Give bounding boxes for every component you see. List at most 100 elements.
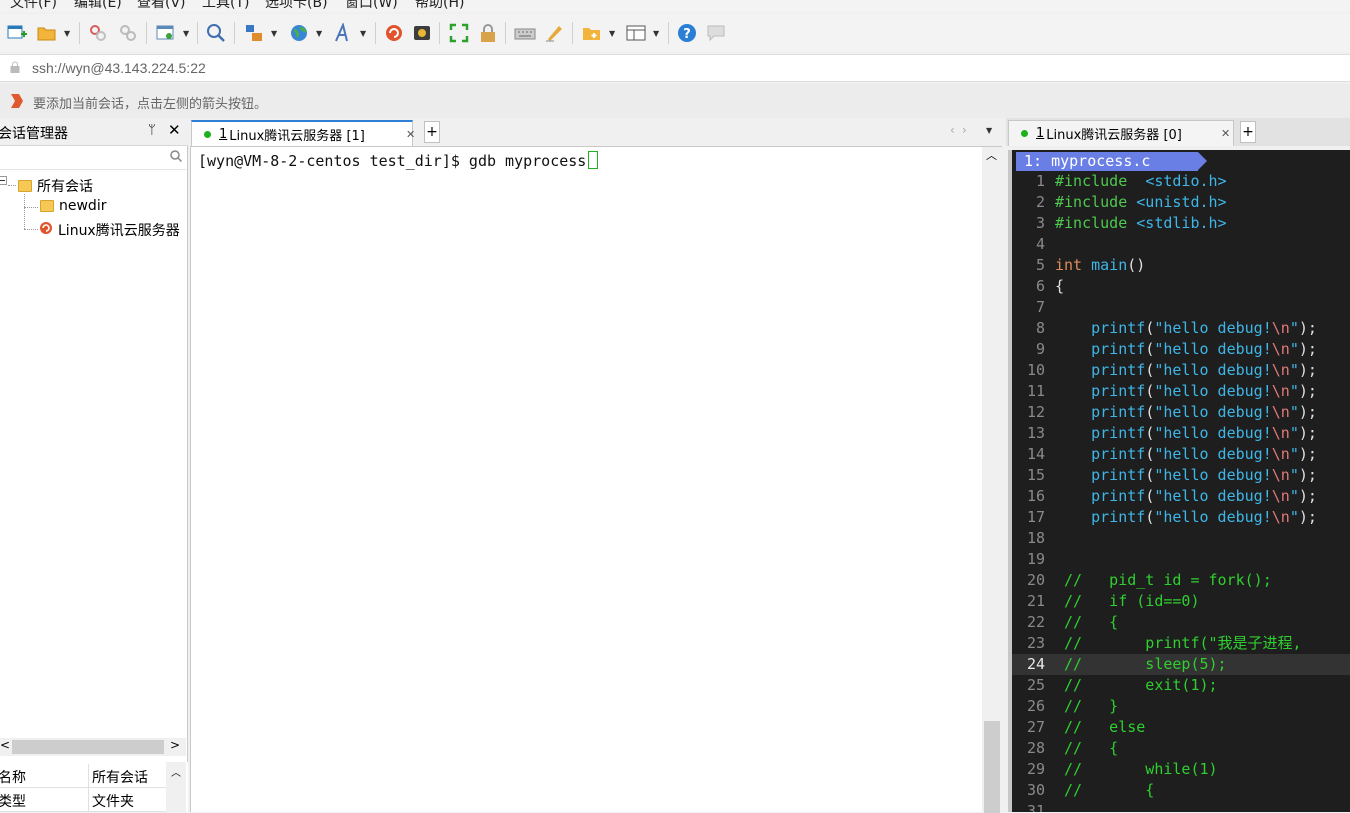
keyboard-icon[interactable] (514, 22, 536, 44)
chevron-down-icon[interactable]: ▼ (183, 29, 191, 38)
code-line: 22 // { (1012, 612, 1350, 633)
tree-item-newdir[interactable]: newdir (40, 198, 106, 214)
line-number: 11 (1026, 382, 1045, 400)
menu-view[interactable]: 查看(V) (137, 0, 186, 12)
tab-linux-server-0[interactable]: 1 Linux腾讯云服务器 [0] ✕ (1008, 120, 1234, 146)
tab-number: 1 (1036, 126, 1045, 141)
tab-label: Linux腾讯云服务器 [0] (1046, 128, 1182, 143)
add-tab-icon[interactable] (581, 22, 603, 44)
terminal-right[interactable]: 1: myprocess.c 1 #include <stdio.h> 2 #incl… (1008, 150, 1350, 812)
help-icon[interactable]: ? (676, 22, 698, 44)
code-text: // while(1) (1055, 760, 1218, 778)
code-text: // { (1055, 781, 1155, 799)
chat-icon[interactable] (705, 22, 727, 44)
code-text: // printf("我是子进程, (1055, 634, 1302, 652)
close-icon[interactable]: ✕ (168, 121, 181, 139)
code-line: 16 printf("hello debug!\n"); (1012, 486, 1350, 507)
tab-number: 1 (219, 126, 228, 142)
line-number: 2 (1035, 193, 1045, 211)
horizontal-scrollbar[interactable]: < > (0, 738, 186, 756)
menu-tabs[interactable]: 选项卡(B) (265, 0, 328, 12)
chevron-down-icon[interactable]: ▼ (271, 29, 279, 38)
tree-item-label: Linux腾讯云服务器 (58, 223, 180, 239)
code-line: 15 printf("hello debug!\n"); (1012, 465, 1350, 486)
code-text: printf("hello debug!\n"); (1091, 445, 1317, 463)
code-text: // pid_t id = fork(); (1055, 571, 1272, 589)
chevron-down-icon[interactable]: ▼ (316, 29, 324, 38)
pen-icon[interactable] (543, 22, 565, 44)
tab-scroll-left-icon[interactable]: ‹ (950, 123, 955, 137)
fullscreen-icon[interactable] (448, 22, 470, 44)
session-icon (38, 220, 54, 240)
line-number: 25 (1026, 676, 1045, 694)
chevron-down-icon[interactable]: ▼ (64, 29, 72, 38)
scroll-up-icon[interactable]: ︿ (171, 764, 181, 779)
line-number: 9 (1035, 340, 1045, 358)
disconnect-icon[interactable] (117, 22, 139, 44)
status-dot (1021, 130, 1028, 137)
scrollbar-thumb[interactable] (12, 740, 164, 754)
code-text: printf("hello debug!\n"); (1091, 340, 1317, 358)
terminal-left[interactable]: [wyn@VM-8-2-centos test_dir]$ gdb myproc… (190, 146, 1002, 813)
globe-icon[interactable] (288, 22, 310, 44)
font-icon[interactable] (332, 22, 354, 44)
lock-icon[interactable] (477, 22, 499, 44)
menu-edit[interactable]: 编辑(E) (74, 0, 122, 12)
tab-linux-server-1[interactable]: 1 Linux腾讯云服务器 [1] ✕ (191, 120, 415, 146)
menu-tools[interactable]: 工具(T) (202, 0, 249, 12)
scrollbar-thumb[interactable] (984, 721, 1000, 813)
add-session-arrow-icon[interactable] (10, 93, 24, 108)
close-icon[interactable]: ✕ (1221, 127, 1230, 140)
terminal-prompt-line: [wyn@VM-8-2-centos test_dir]$ gdb myproc… (198, 152, 587, 170)
tab-list-icon[interactable]: ▼ (986, 126, 992, 135)
close-icon[interactable]: ✕ (406, 128, 415, 141)
property-value: 文件夹 (92, 794, 134, 810)
tree-root-all-sessions[interactable]: 所有会话 (18, 176, 93, 196)
menu-help[interactable]: 帮助(H) (415, 0, 464, 12)
tree-collapse-icon[interactable] (0, 176, 8, 186)
connect-icon[interactable] (87, 22, 109, 44)
scroll-right-icon[interactable]: > (170, 738, 180, 752)
new-session-icon[interactable] (6, 22, 28, 44)
scroll-left-icon[interactable]: < (0, 738, 10, 752)
line-number: 13 (1026, 424, 1045, 442)
code-line: 11 printf("hello debug!\n"); (1012, 381, 1350, 402)
scroll-up-icon[interactable]: ︿ (986, 147, 997, 163)
pin-icon[interactable]: ᛘ (148, 123, 156, 138)
chevron-down-icon[interactable]: ▼ (609, 29, 617, 38)
code-text: // exit(1); (1055, 676, 1218, 694)
line-number: 1 (1035, 172, 1045, 190)
open-folder-icon[interactable] (36, 22, 58, 44)
property-key: 名称 (0, 770, 26, 786)
property-row: 类型 文件夹 (0, 788, 166, 812)
add-tab-button[interactable]: + (1240, 121, 1256, 143)
xftp-icon[interactable] (383, 22, 405, 44)
chevron-down-icon[interactable]: ▼ (360, 29, 368, 38)
code-line: 18 (1012, 528, 1350, 549)
search-icon[interactable] (205, 22, 227, 44)
chevron-down-icon[interactable]: ▼ (653, 29, 661, 38)
terminal-cursor (588, 151, 599, 169)
tree-item-linux-server[interactable]: Linux腾讯云服务器 (38, 220, 180, 240)
line-number: 30 (1026, 781, 1045, 799)
vertical-scrollbar[interactable]: ︿ (166, 762, 186, 812)
address-bar[interactable]: ssh://wyn@43.143.224.5:22 (0, 54, 1350, 82)
session-search-input[interactable] (0, 148, 186, 170)
new-window-icon[interactable] (155, 22, 177, 44)
line-number: 21 (1026, 592, 1045, 610)
menu-window[interactable]: 窗口(W) (345, 0, 398, 12)
menu-file[interactable]: 文件(F) (10, 0, 57, 12)
xmanager-icon[interactable] (411, 22, 433, 44)
line-number: 12 (1026, 403, 1045, 421)
address-url[interactable]: ssh://wyn@43.143.224.5:22 (32, 60, 206, 76)
transfer-icon[interactable] (243, 22, 265, 44)
line-number: 17 (1026, 508, 1045, 526)
toolbar-divider (505, 22, 506, 44)
tab-scroll-right-icon[interactable]: › (962, 123, 967, 137)
vertical-scrollbar[interactable]: ︿ (982, 147, 1002, 813)
layout-icon[interactable] (625, 22, 647, 44)
lock-icon (10, 61, 20, 76)
code-text: #include <unistd.h> (1055, 193, 1227, 211)
add-tab-button[interactable]: + (424, 121, 440, 143)
code-line: 19 (1012, 549, 1350, 570)
